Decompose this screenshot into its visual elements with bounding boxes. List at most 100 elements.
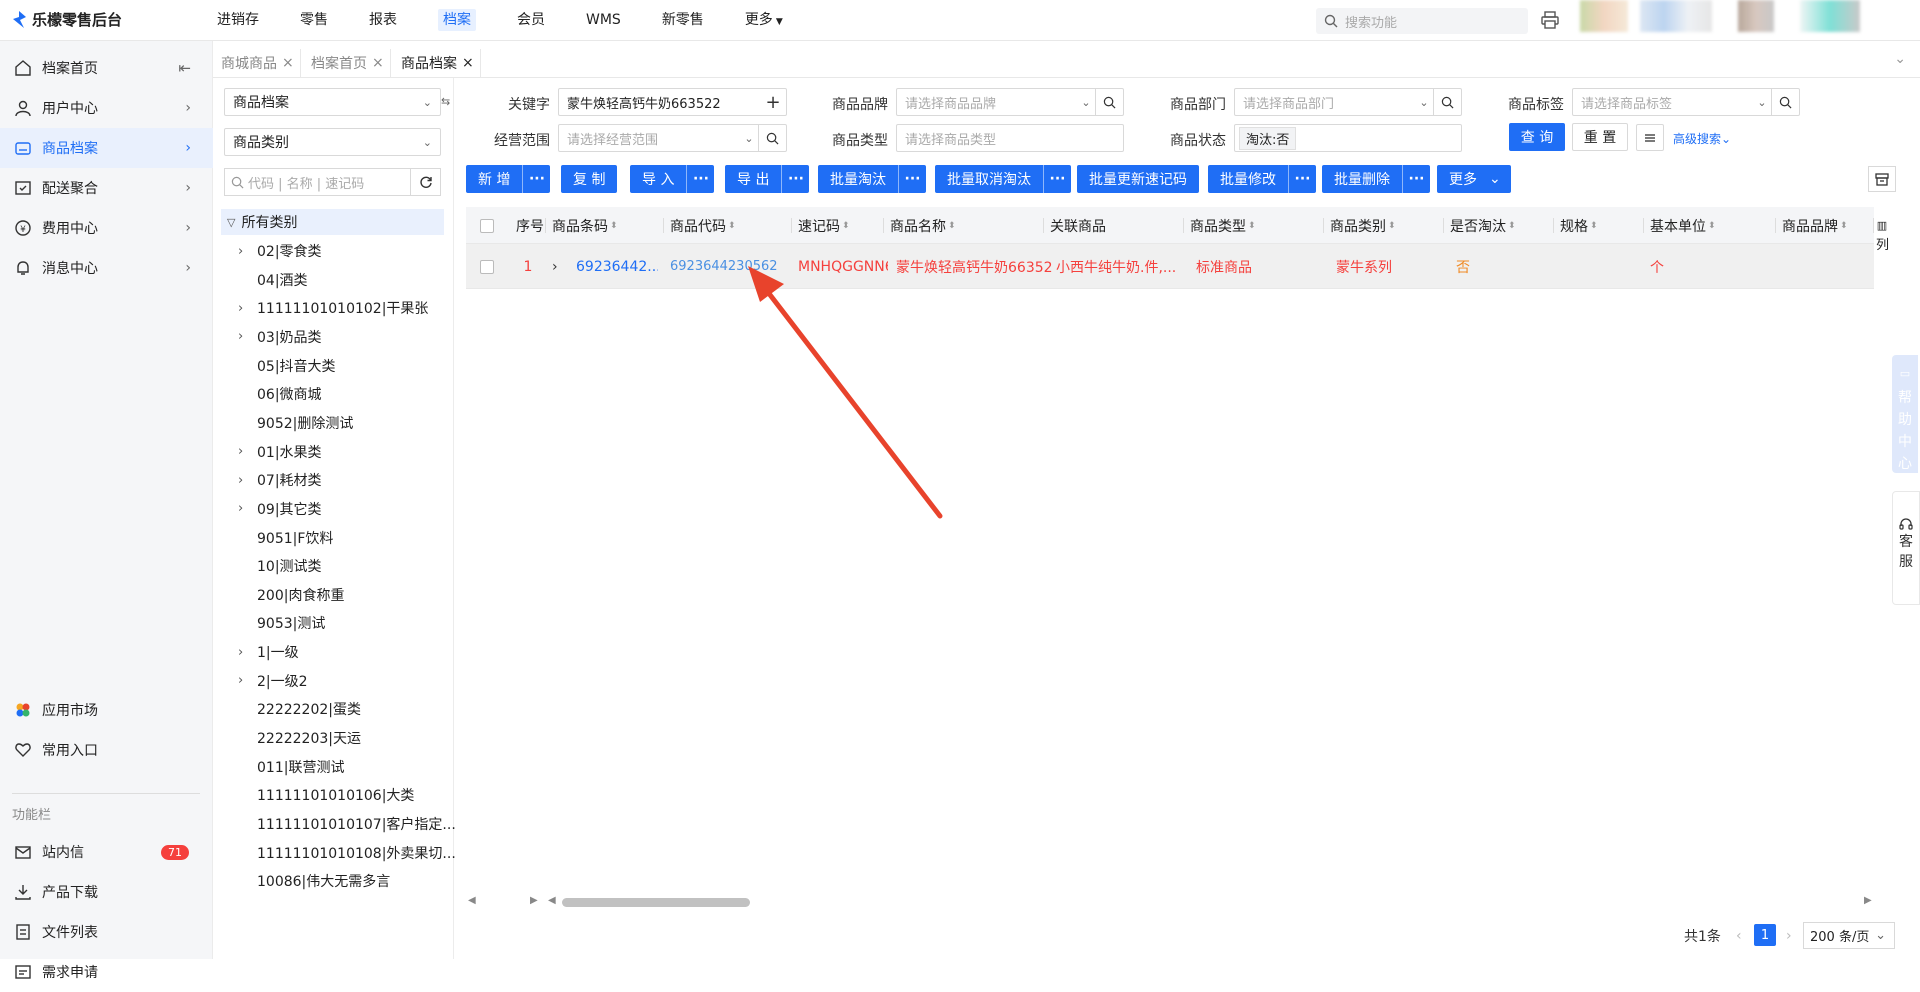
close-icon[interactable]: ×	[462, 55, 474, 71]
more-options-icon[interactable]: ···	[1288, 165, 1316, 193]
toolbar-button-label[interactable]: 批量淘汰	[818, 165, 898, 193]
tree-node[interactable]: 10086|伟大无需多言	[238, 868, 390, 894]
sidebar-item-delivery[interactable]: 配送聚合 ›	[0, 168, 213, 208]
sort-icon[interactable]: ⬍	[1388, 221, 1396, 231]
search-icon[interactable]	[1771, 89, 1799, 115]
filter-settings-icon[interactable]	[1636, 124, 1664, 151]
toolbar-button-label[interactable]: 导 出	[725, 165, 781, 193]
toolbar-button-label[interactable]: 复 制	[561, 165, 617, 193]
tree-node[interactable]: 11111101010107|客户指定...	[238, 811, 456, 837]
toolbar-button-label[interactable]: 批量更新速记码	[1077, 165, 1199, 193]
function-search[interactable]: 搜索功能	[1316, 8, 1528, 34]
chevron-right-icon[interactable]: ›	[238, 501, 252, 516]
scroll-right-icon[interactable]: ▶	[1864, 895, 1872, 906]
tree-node[interactable]: 9053|测试	[238, 610, 325, 636]
table-row[interactable]: 1 › 69236442... 6923644230562 MNHQGGNN66…	[466, 244, 1874, 289]
scroll-left-icon[interactable]: ◀	[468, 895, 476, 906]
search-icon[interactable]	[758, 125, 786, 151]
tree-node[interactable]: 10|测试类	[238, 553, 322, 579]
scroll-right-icon[interactable]: ▶	[530, 895, 538, 906]
sidebar-item-file-list[interactable]: 文件列表	[0, 912, 213, 952]
chevron-right-icon[interactable]: ›	[238, 645, 252, 660]
topnav-item[interactable]: 更多 ▼	[732, 0, 796, 41]
prev-page-icon[interactable]: ‹	[1736, 924, 1742, 948]
user-info[interactable]	[1640, 0, 1712, 32]
tree-node[interactable]: › 07|耗材类	[238, 467, 322, 493]
scrollbar-thumb[interactable]	[562, 898, 750, 907]
sort-icon[interactable]: ⬍	[948, 221, 956, 231]
tree-node[interactable]: › 01|水果类	[238, 439, 322, 465]
app-logo[interactable]: 乐檬零售后台	[12, 9, 122, 30]
toolbar-button[interactable]: 批量更新速记码	[1077, 165, 1199, 193]
horizontal-scrollbar[interactable]: ◀ ▶ ◀ ▶	[466, 894, 1874, 912]
tree-node[interactable]: 05|抖音大类	[238, 353, 336, 379]
toolbar-button[interactable]: 批量删除 ···	[1322, 165, 1430, 193]
sidebar-item-archive-home[interactable]: 档案首页 ⇤	[0, 48, 213, 88]
column-header[interactable]: 商品品牌 ⬍	[1776, 207, 1874, 244]
tree-node[interactable]: 04|酒类	[238, 267, 308, 293]
topnav-item[interactable]: 进销存	[204, 0, 272, 41]
caret-down-icon[interactable]: ▽	[227, 216, 235, 229]
related-product-cell[interactable]: 小西牛纯牛奶.件,...	[1050, 244, 1180, 289]
tree-node[interactable]: 9052|删除测试	[238, 410, 353, 436]
row-checkbox-cell[interactable]	[474, 244, 504, 289]
sort-icon[interactable]: ⬍	[610, 221, 618, 231]
toolbar-button[interactable]: 批量修改 ···	[1208, 165, 1316, 193]
column-header[interactable]: 速记码 ⬍	[792, 207, 884, 244]
toolbar-button[interactable]: 导 出 ···	[725, 165, 810, 193]
column-header[interactable]: 商品名称 ⬍	[884, 207, 1044, 244]
tree-node[interactable]: 11111101010108|外卖果切...	[238, 840, 456, 866]
toolbar-button[interactable]: 复 制	[561, 165, 618, 193]
scope-select[interactable]: 请选择经营范围 ⌄	[558, 124, 787, 152]
close-icon[interactable]: ×	[282, 55, 294, 71]
refresh-icon[interactable]	[410, 169, 440, 195]
page-number-button[interactable]: 1	[1754, 924, 1776, 946]
more-options-icon[interactable]: ···	[1402, 165, 1430, 193]
sidebar-item-product-download[interactable]: 产品下载	[0, 872, 213, 912]
tree-search[interactable]: 代码 | 名称 | 速记码	[224, 168, 441, 196]
keyword-input[interactable]: 蒙牛焕轻高钙牛奶663522 +	[558, 88, 787, 116]
topnav-item[interactable]: WMS	[573, 0, 634, 41]
topnav-item[interactable]: 档案	[425, 0, 489, 41]
sort-icon[interactable]: ⬍	[842, 221, 850, 231]
tree-node[interactable]: › 2|一级2	[238, 668, 308, 694]
sort-icon[interactable]: ⬍	[728, 221, 736, 231]
sort-icon[interactable]: ⬍	[1840, 221, 1848, 231]
toolbar-button-label[interactable]: 导 入	[630, 165, 686, 193]
tree-node[interactable]: 200|肉食称重	[238, 582, 344, 608]
sort-icon[interactable]: ⬍	[1248, 221, 1256, 231]
tree-node[interactable]: 11111101010106|大类	[238, 782, 414, 808]
select-all-checkbox[interactable]	[480, 218, 494, 233]
more-options-icon[interactable]: ···	[686, 165, 714, 193]
column-header[interactable]: 商品类别 ⬍	[1324, 207, 1444, 244]
next-page-icon[interactable]: ›	[1786, 924, 1792, 948]
archive-type-select[interactable]: 商品档案 ⌄	[224, 88, 441, 116]
search-icon[interactable]	[1433, 89, 1461, 115]
reset-button[interactable]: 重 置	[1572, 123, 1628, 151]
user-extra[interactable]	[1738, 0, 1774, 32]
sidebar-item-product-archive[interactable]: 商品档案 ›	[0, 128, 213, 168]
department-select[interactable]: 请选择商品部门 ⌄	[1234, 88, 1462, 116]
sidebar-item-message-center[interactable]: 消息中心 ›	[0, 248, 213, 288]
column-divider[interactable]	[1873, 218, 1874, 233]
query-button[interactable]: 查 询	[1509, 123, 1565, 151]
toolbar-button[interactable]: 批量取消淘汰 ···	[935, 165, 1071, 193]
search-icon[interactable]	[1095, 89, 1123, 115]
topnav-item[interactable]: 会员	[504, 0, 558, 41]
chevron-right-icon[interactable]: ›	[238, 244, 252, 259]
topnav-item[interactable]: 新零售	[649, 0, 717, 41]
tree-root-node[interactable]: ▽ 所有类别	[221, 209, 444, 235]
toolbar-button[interactable]: 新 增 ···	[466, 165, 551, 193]
toolbar-button-label[interactable]: 批量取消淘汰	[935, 165, 1043, 193]
toolbar-button[interactable]: 更多 ⌄	[1437, 165, 1511, 193]
column-header[interactable]: 序号	[510, 207, 546, 244]
chevron-right-icon[interactable]: ›	[238, 329, 252, 344]
tree-node[interactable]: › 02|零食类	[238, 238, 322, 264]
more-options-icon[interactable]: ···	[781, 165, 809, 193]
column-header[interactable]: 商品代码 ⬍	[664, 207, 792, 244]
sidebar-item-request[interactable]: 需求申请	[0, 952, 213, 992]
sidebar-item-user-center[interactable]: 用户中心 ›	[0, 88, 213, 128]
tree-node[interactable]: 06|微商城	[238, 381, 322, 407]
toolbar-button[interactable]: 批量淘汰 ···	[818, 165, 926, 193]
scroll-left-icon[interactable]: ◀	[548, 895, 556, 906]
